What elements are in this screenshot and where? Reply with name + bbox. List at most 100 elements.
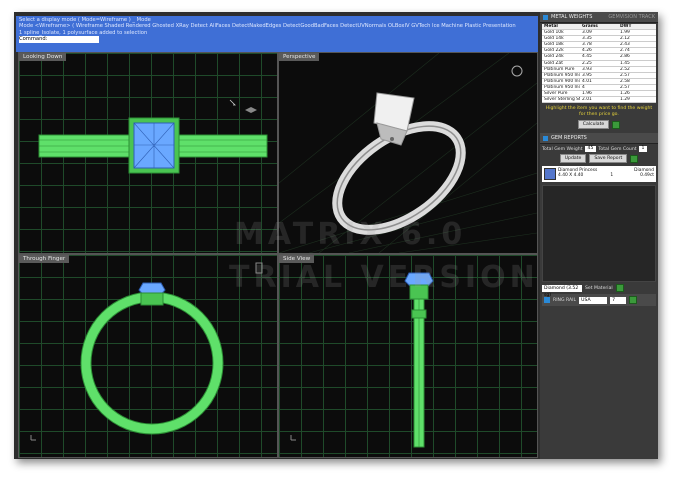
axis-icon (245, 107, 257, 113)
go-icon[interactable] (629, 296, 638, 305)
cell-dwt: 2.57 (620, 72, 630, 78)
viewport-title: Looking Down (19, 53, 67, 61)
gem-details: Diamond Princess Diamond 4.40 X 4.40 1 0… (558, 168, 654, 180)
axis-icon (290, 435, 296, 441)
gallery-side (411, 309, 427, 319)
gem-report-actions: Update Save Report (542, 154, 656, 164)
viewport-through-finger[interactable]: Through Finger (18, 254, 278, 458)
cell-metal: Platinum 900 Ind (544, 78, 580, 84)
mouse-cursor-icon (229, 99, 236, 106)
ring-side-view (290, 272, 434, 448)
metal-weights-header[interactable]: METAL WEIGHTS GEMVISION TRACK (540, 12, 658, 23)
rotate-view-icon (511, 65, 523, 77)
cell-metal: Gold 18k (544, 42, 564, 48)
material-row: Diamond (3.52 sg) Set Material (542, 284, 656, 298)
viewport-title: Perspective (279, 53, 320, 61)
calculate-button[interactable]: Calculate (577, 120, 610, 130)
metal-weights-title: METAL WEIGHTS (551, 14, 593, 20)
gem-list-empty-area (542, 185, 656, 283)
cell-dwt: 2.52 (620, 66, 630, 72)
cell-metal: Gold 10k (544, 30, 564, 36)
viewport-perspective[interactable]: Perspective (278, 52, 538, 254)
gem-size: 4.40 X 4.40 (558, 173, 584, 179)
ring-inner-edge (90, 301, 214, 425)
command-prompt[interactable]: Command: (19, 36, 99, 43)
cell-grams: 3.93 (582, 66, 592, 72)
panel-icon (544, 297, 550, 304)
cell-dwt: 1.45 (620, 60, 630, 66)
ring-icon (255, 262, 263, 274)
viewport-title: Side View (279, 255, 315, 263)
gemvision-tab[interactable]: GEMVISION TRACK (608, 14, 655, 20)
gem-reports-header[interactable]: GEM REPORTS (540, 133, 658, 145)
gem-count: 1 (610, 173, 614, 179)
gem-carat: 0.49ct (640, 173, 654, 179)
cell-grams: 4 (582, 84, 585, 90)
cell-metal: Platinum 950 Ind (544, 72, 580, 78)
ring-rail-panel: RING RAIL USA 7 (542, 294, 656, 307)
cell-grams: 4.01 (582, 78, 592, 84)
viewport-title: Through Finger (19, 255, 70, 263)
header-dwt: DWT (620, 24, 632, 29)
calculate-row: Calculate (542, 120, 656, 130)
total-weight-label: Total Gem Weight (542, 146, 583, 152)
cell-grams: 2.25 (582, 60, 592, 66)
header-grams: Grams (582, 24, 598, 29)
cell-grams: 4.26 (582, 48, 592, 54)
cell-grams: 3.35 (582, 36, 592, 42)
metal-hint: Highlight the item you want to find the … (545, 106, 653, 117)
command-line-3: 1 spline_Isolate, 1 polysurface added to… (19, 29, 148, 36)
table-row[interactable]: Silver Sterling St 2.01 1.29 (542, 97, 656, 104)
axis-icon (30, 435, 36, 441)
cell-grams: 1.96 (582, 91, 592, 97)
go-icon[interactable] (630, 154, 639, 163)
cell-grams: 3.09 (582, 30, 592, 36)
go-icon[interactable] (615, 284, 624, 293)
app-window: Select a display mode ( Mode=Wireframe )… (14, 12, 658, 459)
cell-dwt: 2.86 (620, 54, 630, 60)
go-icon[interactable] (612, 120, 621, 129)
gem-reports-title: GEM REPORTS (551, 135, 587, 142)
cell-grams: 4.45 (582, 54, 592, 60)
diamond-icon (544, 168, 556, 181)
material-select[interactable]: Diamond (3.52 sg) (542, 284, 582, 298)
total-count-field[interactable]: 1 (638, 146, 648, 153)
viewport-side-view[interactable]: Side View (278, 254, 538, 458)
cell-metal: Platinum Pure (544, 66, 575, 72)
gem-list-item[interactable]: Diamond Princess Diamond 4.40 X 4.40 1 0… (542, 166, 656, 183)
set-material-button[interactable]: Set Material (585, 286, 613, 291)
cell-metal: Gold 22k (544, 48, 564, 54)
region-select[interactable]: USA (579, 296, 608, 304)
cell-metal: Gold 24k (544, 54, 564, 60)
cell-dwt: 1.26 (620, 91, 630, 97)
ring-top-view (38, 99, 268, 174)
viewport-looking-down[interactable]: Looking Down (18, 52, 278, 254)
ring-perspective-view (279, 53, 537, 253)
cell-dwt: 2.43 (620, 42, 630, 48)
cell-metal: Silver Sterling St (544, 97, 580, 103)
head-side (409, 284, 429, 300)
right-panel: METAL WEIGHTS GEMVISION TRACK Metal Gram… (540, 12, 658, 459)
update-button[interactable]: Update (559, 154, 587, 164)
cell-metal: Gold Zat (544, 60, 563, 66)
total-count-label: Total Gem Count (598, 146, 637, 152)
total-weight-field[interactable]: 45 (584, 146, 597, 153)
cell-dwt: 2.12 (620, 36, 630, 42)
save-report-button[interactable]: Save Report (589, 154, 628, 164)
cell-metal: Silver Pure (544, 91, 568, 97)
cell-grams: 3.78 (582, 42, 592, 48)
command-line-2: Mode <Wireframe> ( Wireframe Shaded Rend… (19, 23, 516, 30)
gem-totals-row: Total Gem Weight 45 Total Gem Count 1 (542, 146, 656, 153)
metal-weights-table[interactable]: Metal Grams DWT Gold 10k 3.09 1.99 Gold 14k… (542, 24, 656, 104)
cell-metal: Gold 14k (544, 36, 564, 42)
cell-dwt: 1.99 (620, 30, 630, 36)
setting-hole (390, 137, 394, 141)
ring-band (81, 292, 223, 434)
ring-front-view (30, 262, 263, 441)
cell-metal: Platinum 950 Ind (544, 84, 580, 90)
cell-dwt: 2.74 (620, 48, 630, 54)
size-select[interactable]: 7 (610, 296, 627, 304)
cell-grams: 3.95 (582, 72, 592, 78)
command-history[interactable]: Select a display mode ( Mode=Wireframe )… (16, 16, 538, 52)
head-front (140, 292, 164, 306)
